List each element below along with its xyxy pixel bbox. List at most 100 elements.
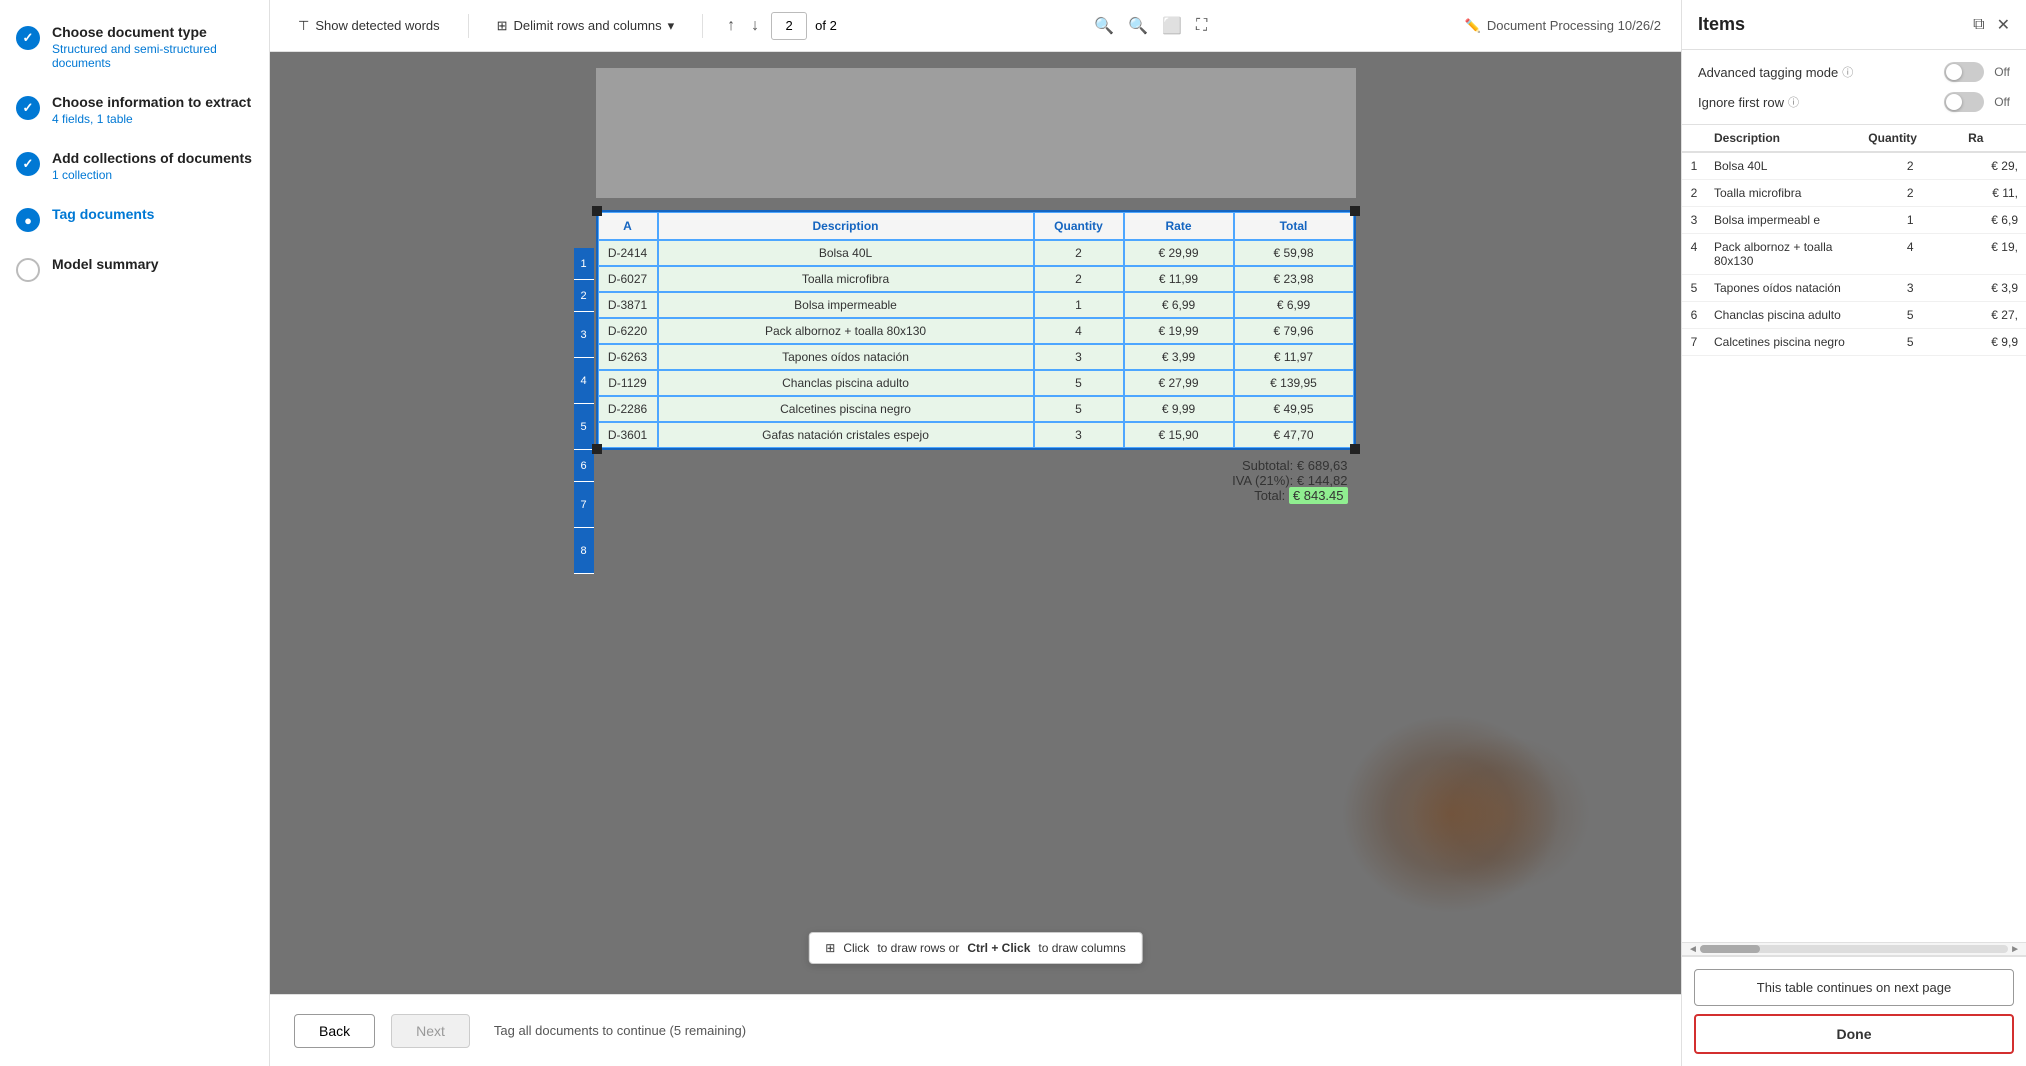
step1-content: Choose document type Structured and semi…: [52, 24, 253, 70]
items-table-row: 6 Chanclas piscina adulto 5 € 27,: [1682, 302, 2026, 329]
zoom-out-button[interactable]: 🔍: [1090, 12, 1118, 40]
step4-title: Tag documents: [52, 206, 154, 222]
step3-content: Add collections of documents 1 collectio…: [52, 150, 252, 182]
cell-qty-2: 2: [1034, 266, 1124, 292]
step4-content: Tag documents: [52, 206, 154, 222]
cell-desc-7: Calcetines piscina negro: [658, 396, 1034, 422]
items-table: Description Quantity Ra 1 Bolsa 40L 2 € …: [1682, 125, 2026, 356]
show-words-label: Show detected words: [315, 18, 439, 33]
page-total-label: of 2: [815, 18, 837, 33]
scrollbar-track[interactable]: [1700, 945, 2008, 953]
right-panel: Items ⧉ ✕ Advanced tagging mode ⓘ Off Ig…: [1681, 0, 2026, 1066]
cell-a-3: D-3871: [598, 292, 658, 318]
cell-total-5: € 11,97: [1234, 344, 1354, 370]
col-quantity-header: Quantity: [1860, 125, 1960, 152]
cell-rate-3: € 6,99: [1124, 292, 1234, 318]
zoom-in-button[interactable]: 🔍: [1124, 12, 1152, 40]
table-header: A Description Quantity Rate Total: [598, 212, 1354, 240]
cell-qty-5: 3: [1034, 344, 1124, 370]
step2-title: Choose information to extract: [52, 94, 251, 110]
ignore-first-row: Ignore first row ⓘ Off: [1698, 92, 2010, 112]
row-desc-7: Calcetines piscina negro: [1706, 329, 1860, 356]
table-continues-button[interactable]: This table continues on next page: [1694, 969, 2014, 1006]
step5-title: Model summary: [52, 256, 159, 272]
close-button[interactable]: ✕: [1997, 15, 2010, 35]
items-table-row: 4 Pack albornoz + toalla 80x130 4 € 19,: [1682, 234, 2026, 275]
sidebar-item-step5[interactable]: Model summary: [16, 256, 253, 282]
cell-a-8: D-3601: [598, 422, 658, 448]
advanced-tagging-toggle-area[interactable]: Off: [1944, 62, 2010, 82]
scroll-right-button[interactable]: ►: [2008, 944, 2022, 955]
cell-a-1: D-2414: [598, 240, 658, 266]
ignore-first-toggle[interactable]: [1944, 92, 1984, 112]
col-header-a: A: [598, 212, 658, 240]
cell-rate-6: € 27,99: [1124, 370, 1234, 396]
scrollbar-thumb[interactable]: [1700, 945, 1760, 953]
document-viewer[interactable]: 1 2 3 4 5 6 7 8 A Description Quantity: [270, 52, 1681, 994]
doc-processing-text: Document Processing 10/26/2: [1487, 18, 1661, 33]
table-row: D-6027 Toalla microfibra 2 € 11,99 € 23,…: [598, 266, 1354, 292]
info-icon-advanced: ⓘ: [1842, 64, 1853, 80]
row-desc-6: Chanclas piscina adulto: [1706, 302, 1860, 329]
sidebar-item-step4[interactable]: ● Tag documents: [16, 206, 253, 232]
sidebar-item-step1[interactable]: ✓ Choose document type Structured and se…: [16, 24, 253, 70]
delimit-button[interactable]: ⊞ Delimit rows and columns ▾: [489, 14, 683, 38]
row-desc-5: Tapones oídos natación: [1706, 275, 1860, 302]
cell-qty-1: 2: [1034, 240, 1124, 266]
toolbar-sep1: [468, 14, 469, 38]
toggle-knob: [1946, 64, 1962, 80]
horizontal-scrollbar[interactable]: ◄ ►: [1682, 942, 2026, 956]
text-icon: ⊤: [298, 18, 309, 34]
back-button[interactable]: Back: [294, 1014, 375, 1048]
advanced-tagging-row: Advanced tagging mode ⓘ Off: [1698, 62, 2010, 82]
row-rate-6: € 27,: [1960, 302, 2026, 329]
sidebar-item-step3[interactable]: ✓ Add collections of documents 1 collect…: [16, 150, 253, 182]
row-num-3: 3: [1682, 207, 1706, 234]
coffee-stain: [1341, 714, 1561, 914]
row-qty-6: 5: [1860, 302, 1960, 329]
next-page-button[interactable]: ↓: [747, 13, 763, 39]
fullscreen-button[interactable]: ⛶: [1192, 13, 1211, 39]
row-desc-3: Bolsa impermeabl e: [1706, 207, 1860, 234]
selection-handle-br[interactable]: [1350, 444, 1360, 454]
cell-qty-4: 4: [1034, 318, 1124, 344]
scroll-left-button[interactable]: ◄: [1686, 944, 1700, 955]
right-panel-icons: ⧉ ✕: [1973, 15, 2010, 35]
tooltip-bar: ⊞ Click to draw rows or Ctrl + Click to …: [808, 932, 1143, 964]
sidebar-item-step2[interactable]: ✓ Choose information to extract 4 fields…: [16, 94, 253, 126]
advanced-tagging-label: Advanced tagging mode ⓘ: [1698, 64, 1853, 80]
row-qty-4: 4: [1860, 234, 1960, 275]
iva-text: IVA (21%): € 144,82: [596, 473, 1348, 488]
ignore-first-label: Ignore first row ⓘ: [1698, 94, 1799, 110]
show-words-button[interactable]: ⊤ Show detected words: [290, 14, 448, 38]
selection-handle-tr[interactable]: [1350, 206, 1360, 216]
prev-page-button[interactable]: ↑: [723, 13, 739, 39]
advanced-tagging-toggle[interactable]: [1944, 62, 1984, 82]
step4-icon: ●: [16, 208, 40, 232]
cell-qty-3: 1: [1034, 292, 1124, 318]
table-row: D-3871 Bolsa impermeable 1 € 6,99 € 6,99: [598, 292, 1354, 318]
cell-a-4: D-6220: [598, 318, 658, 344]
selection-handle-bl[interactable]: [592, 444, 602, 454]
row-rate-1: € 29,: [1960, 152, 2026, 180]
ignore-first-toggle-area[interactable]: Off: [1944, 92, 2010, 112]
selection-handle-tl[interactable]: [592, 206, 602, 216]
items-table-row: 7 Calcetines piscina negro 5 € 9,9: [1682, 329, 2026, 356]
fit-page-button[interactable]: ⬜: [1158, 12, 1186, 40]
step3-title: Add collections of documents: [52, 150, 252, 166]
sidebar: ✓ Choose document type Structured and se…: [0, 0, 270, 1066]
done-button[interactable]: Done: [1694, 1014, 2014, 1054]
cell-rate-2: € 11,99: [1124, 266, 1234, 292]
status-text: Tag all documents to continue (5 remaini…: [494, 1023, 746, 1038]
ignore-first-state: Off: [1994, 95, 2010, 109]
cell-desc-1: Bolsa 40L: [658, 240, 1034, 266]
cell-total-8: € 47,70: [1234, 422, 1354, 448]
tooltip-click: Click: [843, 941, 869, 955]
cell-desc-3: Bolsa impermeable: [658, 292, 1034, 318]
page-input[interactable]: [771, 12, 807, 40]
cell-rate-1: € 29,99: [1124, 240, 1234, 266]
zoom-controls: 🔍 🔍 ⬜ ⛶: [1090, 12, 1211, 40]
cell-desc-4: Pack albornoz + toalla 80x130: [658, 318, 1034, 344]
maximize-button[interactable]: ⧉: [1973, 15, 1984, 35]
step2-icon: ✓: [16, 96, 40, 120]
